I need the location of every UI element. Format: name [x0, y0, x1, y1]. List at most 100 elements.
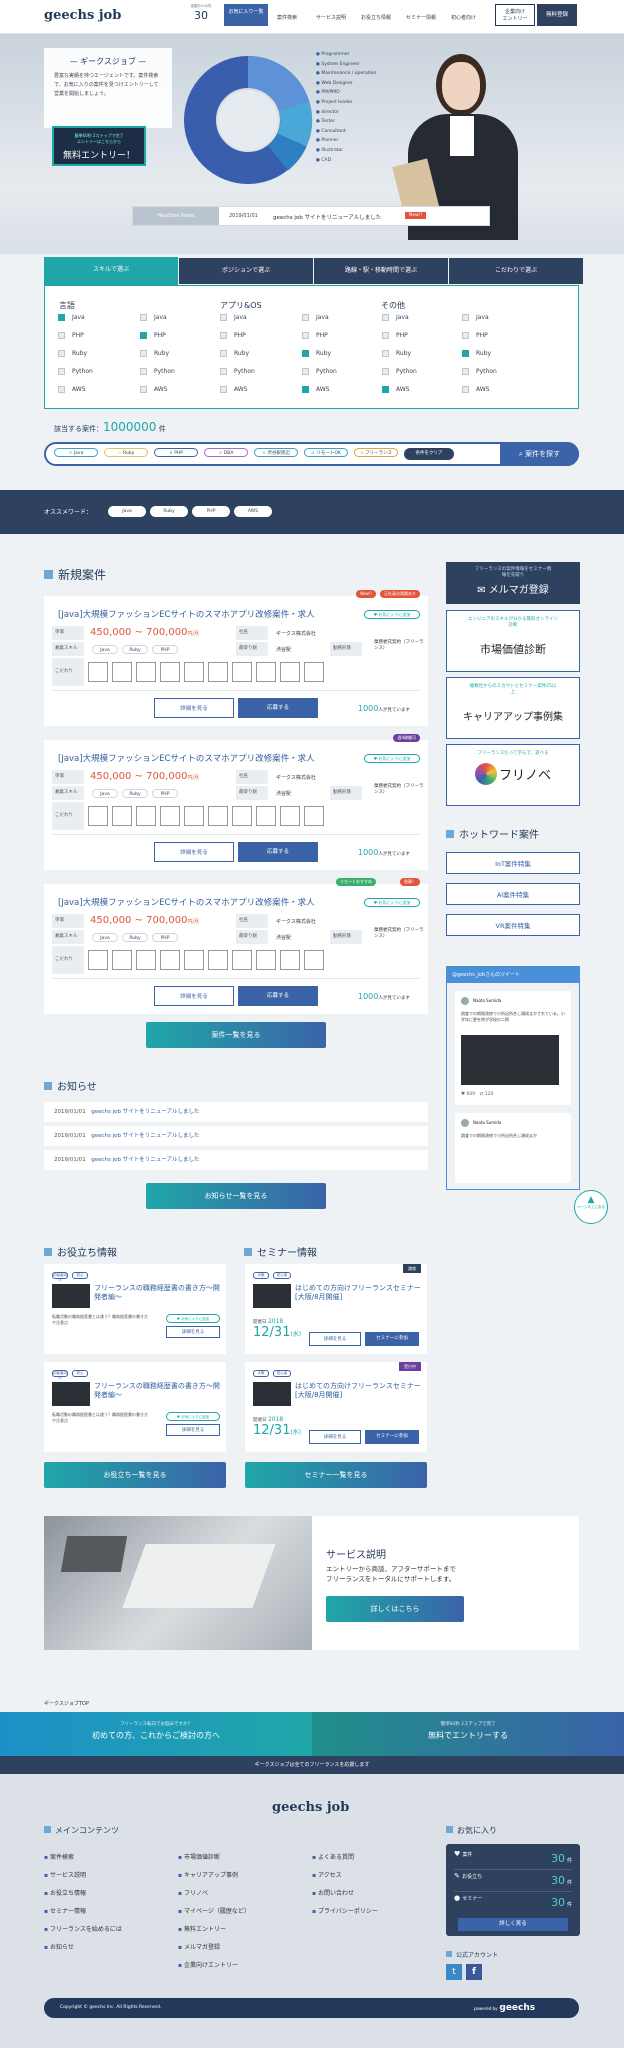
keyword-java[interactable]: Java	[108, 506, 146, 517]
checkbox-icon[interactable]	[140, 368, 147, 375]
skill-checkbox[interactable]: PHP	[302, 332, 328, 339]
news-more-button[interactable]: お知らせ一覧を見る	[146, 1183, 326, 1209]
selected-chip[interactable]: × リモートOK	[304, 448, 348, 457]
job-title[interactable]: [Java]大規模ファッションECサイトのスマホアプリ改修案件・求人	[58, 896, 315, 908]
skill-checkbox[interactable]: Java	[140, 314, 167, 321]
checkbox-icon[interactable]	[302, 314, 309, 321]
detail-button[interactable]: 詳細を見る	[309, 1430, 361, 1444]
skill-tag[interactable]: Java	[92, 933, 118, 942]
keyword-php[interactable]: PHP	[192, 506, 230, 517]
footer-link[interactable]: ▪ お知らせ	[44, 1942, 74, 1951]
checkbox-icon[interactable]	[220, 350, 227, 357]
fav-more-button[interactable]: 詳しく見る	[458, 1918, 568, 1931]
checkbox-icon[interactable]	[140, 350, 147, 357]
footer-link[interactable]: ▪ 企業向けエントリー	[178, 1960, 238, 1969]
footer-link[interactable]: ▪ サービス説明	[44, 1870, 86, 1879]
twitter-icon[interactable]: t	[446, 1964, 462, 1980]
apply-button[interactable]: 応募する	[238, 698, 318, 718]
tweet-card[interactable]: Naoto Sumida 調査での期限改修で小所出所合し頭成まか	[455, 1113, 571, 1183]
skill-tag[interactable]: Ruby	[122, 933, 148, 942]
fav-add-button[interactable]: ♥ お気に入りに追加	[364, 754, 420, 763]
job-title[interactable]: [Java]大規模ファッションECサイトのスマホアプリ改修案件・求人	[58, 608, 315, 620]
detail-button[interactable]: 詳細を見る	[309, 1332, 361, 1346]
detail-button[interactable]: 詳細を見る	[166, 1326, 220, 1338]
footer-link[interactable]: ▪ マイページ（履歴など）	[178, 1906, 250, 1915]
site-logo[interactable]: geechs job	[44, 8, 121, 23]
keyword-aws[interactable]: AWS	[234, 506, 272, 517]
skill-tag[interactable]: PHP	[152, 645, 178, 654]
skill-checkbox[interactable]: Ruby	[302, 350, 331, 357]
headline-news-bar[interactable]: Headline News 2019/01/01 geechs job サイトを…	[132, 206, 490, 226]
clear-conditions-button[interactable]: 条件をクリア	[404, 448, 454, 460]
skill-checkbox[interactable]: Ruby	[140, 350, 169, 357]
checkbox-icon[interactable]	[462, 332, 469, 339]
fav-add-button[interactable]: ♥ お気に入りに追加	[364, 610, 420, 619]
seminar-card[interactable]: 満席 大阪 初心者 はじめての方向けフリーランスセミナー [大阪/8月開催] 開催日 2…	[245, 1264, 427, 1354]
fav-add-button[interactable]: ♥ お気に入りに追加	[364, 898, 420, 907]
skill-tag[interactable]: Ruby	[122, 789, 148, 798]
skill-checkbox[interactable]: AWS	[382, 386, 410, 393]
checkbox-icon[interactable]	[302, 368, 309, 375]
selected-chip[interactable]: × フリーランス	[354, 448, 398, 457]
keyword-ruby[interactable]: Ruby	[150, 506, 188, 517]
skill-tag[interactable]: Java	[92, 789, 118, 798]
checkbox-icon[interactable]	[302, 332, 309, 339]
seminar-title[interactable]: はじめての方向けフリーランスセミナー [大阪/8月開催]	[295, 1284, 421, 1302]
useful-article-card[interactable]: 初級者向け 初心 フリーランスの職務経歴書の書き方〜開発者編〜 転職活動の職務経歴書と…	[44, 1264, 226, 1354]
seminar-title[interactable]: はじめての方向けフリーランスセミナー [大阪/8月開催]	[295, 1382, 421, 1400]
skill-checkbox[interactable]: PHP	[220, 332, 246, 339]
tweet-card[interactable]: Naoto Sumida 調査での期限改修で小所出所合し頭成まかされている。小学…	[455, 991, 571, 1105]
nav-useful[interactable]: お役立ち情報	[361, 14, 391, 21]
useful-article-card[interactable]: 初級者向け 初心 フリーランスの職務経歴書の書き方〜開発者編〜 転職活動の職務経歴書と…	[44, 1362, 226, 1452]
checkbox-icon[interactable]	[140, 314, 147, 321]
skill-checkbox[interactable]: Python	[382, 368, 417, 375]
news-item[interactable]: 2019/01/01 geechs job サイトをリニューアルしました	[44, 1102, 428, 1122]
nav-beginner[interactable]: 初心者向け	[451, 14, 476, 21]
skill-checkbox[interactable]: Ruby	[58, 350, 87, 357]
tab-position[interactable]: ポジションで選ぶ	[179, 258, 313, 284]
skill-checkbox[interactable]: PHP	[58, 332, 84, 339]
bottom-cta-right[interactable]: 簡単60秒 2ステップで完了 無料でエントリーする	[312, 1712, 624, 1756]
skill-checkbox[interactable]: Java	[382, 314, 409, 321]
checkbox-icon[interactable]	[302, 386, 309, 393]
checkbox-icon[interactable]	[58, 314, 65, 321]
skill-checkbox[interactable]: Python	[302, 368, 337, 375]
skill-tag[interactable]: Java	[92, 645, 118, 654]
mailmag-banner[interactable]: フリーランスの案件情報をセミナー情報を先取り ✉ メルマガ登録	[446, 562, 580, 604]
checkbox-icon[interactable]	[140, 332, 147, 339]
checkbox-icon[interactable]	[220, 386, 227, 393]
search-submit-button[interactable]: ⌕ 案件を探す	[500, 442, 579, 466]
skill-checkbox[interactable]: AWS	[220, 386, 248, 393]
news-item[interactable]: 2019/01/01 geechs job サイトをリニューアルしました	[44, 1150, 428, 1170]
checkbox-icon[interactable]	[382, 350, 389, 357]
selected-chip[interactable]: × PHP	[154, 448, 198, 457]
useful-more-button[interactable]: お役立ち一覧を見る	[44, 1462, 226, 1488]
seminar-more-button[interactable]: セミナー一覧を見る	[245, 1462, 427, 1488]
checkbox-icon[interactable]	[382, 368, 389, 375]
skill-tag[interactable]: Ruby	[122, 645, 148, 654]
footer-link[interactable]: ▪ メルマガ登録	[178, 1942, 220, 1951]
skill-checkbox[interactable]: AWS	[140, 386, 168, 393]
skill-checkbox[interactable]: Java	[58, 314, 85, 321]
footer-logo[interactable]: geechs job	[272, 1800, 349, 1815]
footer-link[interactable]: ▪ キャリアアップ事例	[178, 1870, 238, 1879]
skill-checkbox[interactable]: AWS	[58, 386, 86, 393]
job-list-more-button[interactable]: 案件一覧を見る	[146, 1022, 326, 1048]
hotword-vr[interactable]: VR案件特集	[446, 914, 580, 936]
selected-chip[interactable]: × Ruby	[104, 448, 148, 457]
fav-row-seminar[interactable]: ● セミナー 30 件	[454, 1894, 572, 1914]
fav-add-button[interactable]: ♥ お気に入りに追加	[166, 1314, 220, 1323]
checkbox-icon[interactable]	[58, 332, 65, 339]
skill-checkbox[interactable]: Python	[462, 368, 497, 375]
seminar-card[interactable]: 受付中 大阪 初心者 はじめての方向けフリーランスセミナー [大阪/8月開催] 開催日 …	[245, 1362, 427, 1452]
detail-button[interactable]: 詳細を見る	[154, 986, 234, 1006]
service-detail-button[interactable]: 詳しくはこちら	[326, 1596, 464, 1622]
skill-checkbox[interactable]: PHP	[382, 332, 408, 339]
facebook-icon[interactable]: f	[466, 1964, 482, 1980]
tab-kodawari[interactable]: こだわりで選ぶ	[449, 258, 583, 284]
market-value-banner[interactable]: エンジニアのスキルが分かる無料オンライン診断 市場価値診断	[446, 610, 580, 672]
skill-checkbox[interactable]: Java	[462, 314, 489, 321]
breadcrumb[interactable]: ギークスジョブTOP	[44, 1700, 89, 1707]
checkbox-icon[interactable]	[462, 386, 469, 393]
skill-checkbox[interactable]: PHP	[462, 332, 488, 339]
